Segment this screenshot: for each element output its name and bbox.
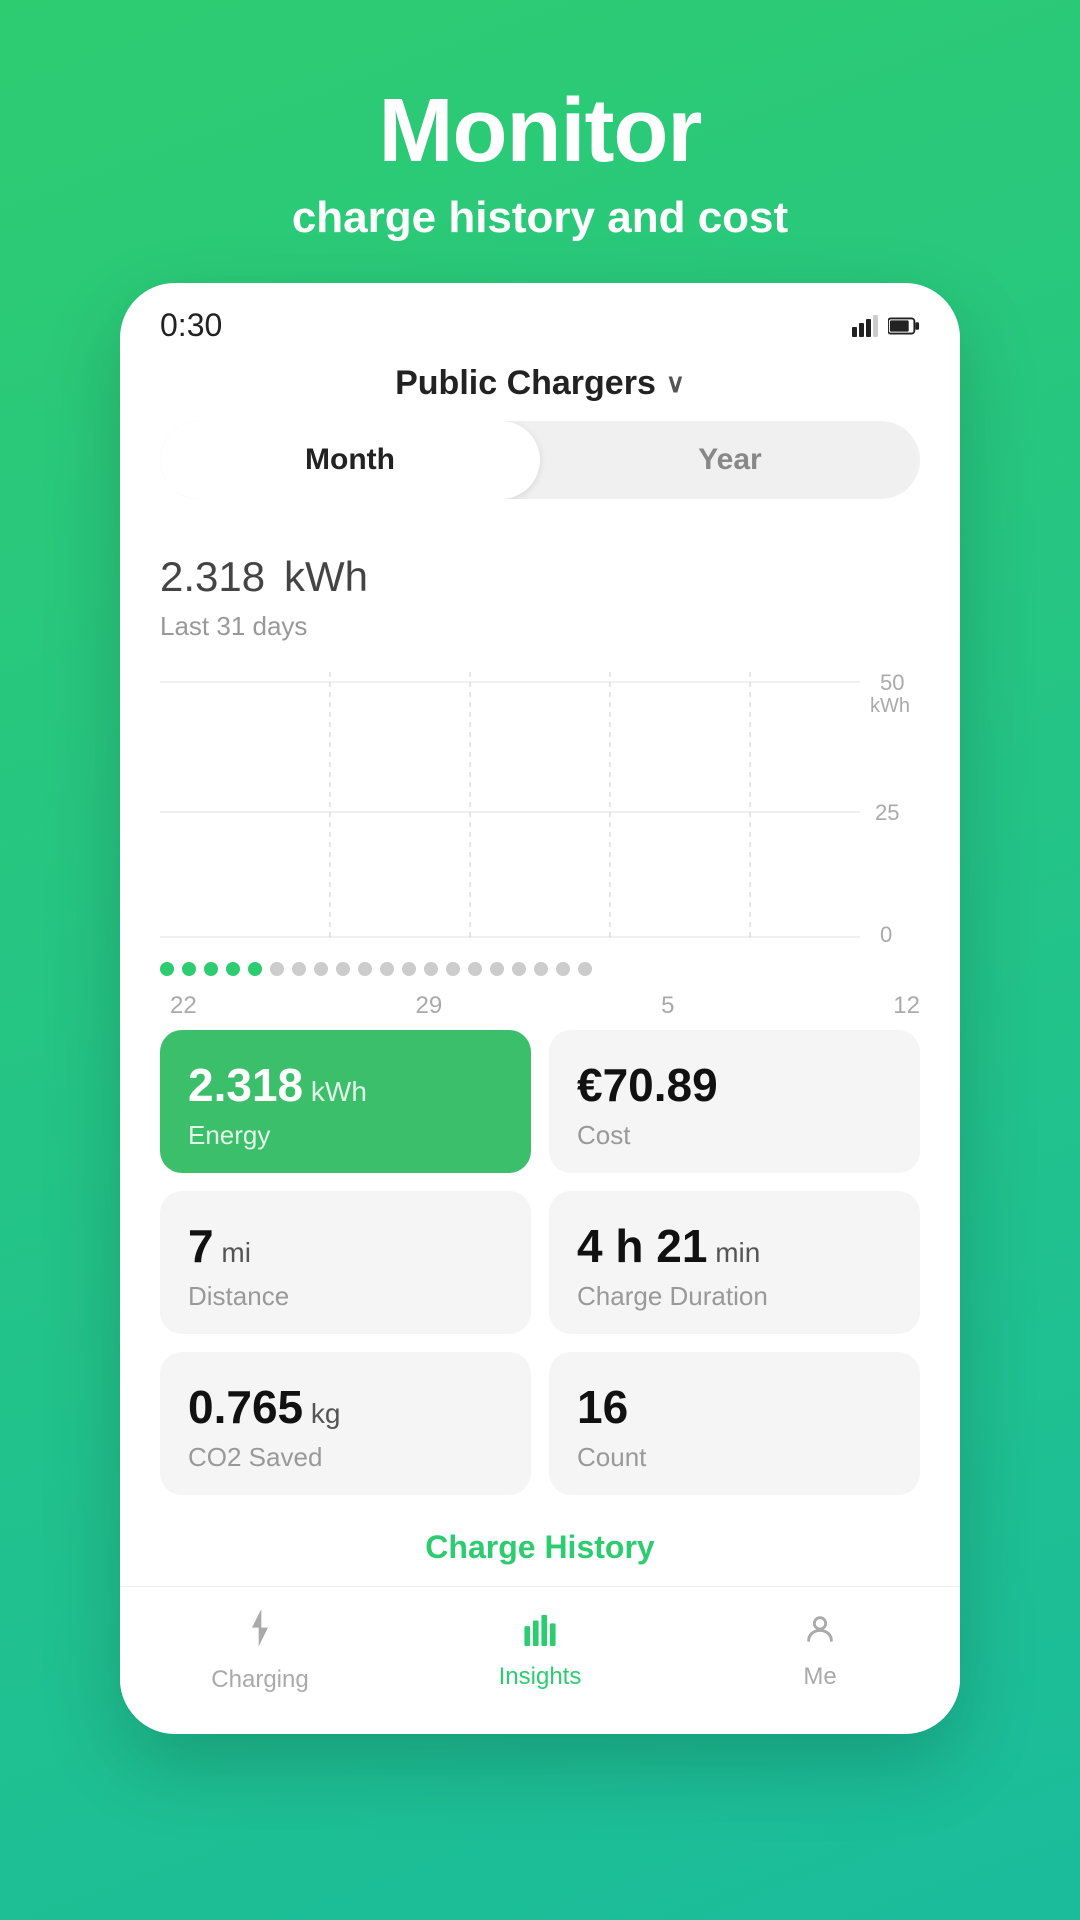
dot-2 [204,962,218,976]
svg-text:50: 50 [880,672,904,695]
status-time: 0:30 [160,307,222,344]
dot-10 [380,962,394,976]
stat-value-3: 4 h 21 min [577,1219,892,1273]
stat-value-2: 7 mi [188,1219,503,1273]
nav-label-charging: Charging [211,1666,308,1694]
x-label-5: 5 [661,992,674,1020]
dot-4 [248,962,262,976]
phone-card: 0:30 Public Chargers ∨ Month Year [120,283,960,1734]
stat-value-1: €70.89 [577,1058,892,1112]
stat-card-4: 0.765 kg CO2 Saved [160,1352,531,1495]
stat-label-0: Energy [188,1120,503,1151]
dot-9 [358,962,372,976]
dot-3 [226,962,240,976]
status-bar: 0:30 [120,283,960,354]
status-icons [852,315,920,337]
stat-value-4: 0.765 kg [188,1380,503,1434]
stat-card-0: 2.318 kWh Energy [160,1030,531,1173]
dot-19 [578,962,592,976]
tab-year[interactable]: Year [540,421,920,499]
chevron-down-icon: ∨ [666,368,685,399]
stats-grid: 2.318 kWh Energy €70.89 Cost 7 mi Distance 4 h… [160,1030,920,1495]
nav-item-me[interactable]: Me [680,1612,960,1691]
stat-value-0: 2.318 kWh [188,1058,503,1112]
dot-18 [556,962,570,976]
dot-7 [314,962,328,976]
energy-section: 2.318 kWh Last 31 days [120,529,960,652]
nav-item-insights[interactable]: Insights [400,1612,680,1691]
stat-label-2: Distance [188,1281,503,1312]
dot-8 [336,962,350,976]
dot-0 [160,962,174,976]
chart-x-labels: 22 29 5 12 [160,986,920,1020]
nav-item-charging[interactable]: Charging [120,1609,400,1694]
dot-6 [292,962,306,976]
stat-card-3: 4 h 21 min Charge Duration [549,1191,920,1334]
x-label-12: 12 [893,992,920,1020]
dot-17 [534,962,548,976]
header: Monitor charge history and cost [252,0,828,283]
battery-icon [888,315,920,337]
chart-area: 50 25 0 kWh [160,672,920,952]
nav-label-insights: Insights [499,1663,582,1691]
dot-15 [490,962,504,976]
stat-card-1: €70.89 Cost [549,1030,920,1173]
x-label-29: 29 [416,992,443,1020]
charger-label: Public Chargers [395,364,656,403]
dots-row [120,952,960,986]
stat-label-1: Cost [577,1120,892,1151]
nav-icon-charging [243,1609,277,1658]
dot-16 [512,962,526,976]
energy-period: Last 31 days [160,611,920,642]
chart-svg: 50 25 0 kWh [160,672,920,952]
dot-14 [468,962,482,976]
tab-month[interactable]: Month [160,421,540,499]
charger-selector[interactable]: Public Chargers ∨ [120,354,960,421]
header-title: Monitor [292,80,788,183]
signal-icon [852,315,878,337]
bottom-nav: Charging Insights Me [120,1586,960,1704]
stat-label-5: Count [577,1442,892,1473]
tab-toggle: Month Year [160,421,920,499]
stat-label-4: CO2 Saved [188,1442,503,1473]
stat-card-5: 16 Count [549,1352,920,1495]
x-label-22: 22 [170,992,197,1020]
header-subtitle: charge history and cost [292,193,788,243]
dot-13 [446,962,460,976]
nav-icon-insights [523,1612,557,1655]
dot-11 [402,962,416,976]
dot-12 [424,962,438,976]
dot-1 [182,962,196,976]
nav-icon-me [803,1612,837,1655]
energy-value: 2.318 kWh [160,529,920,607]
charge-history-btn[interactable]: Charge History [120,1495,960,1586]
svg-text:25: 25 [875,800,899,825]
svg-text:kWh: kWh [870,695,910,717]
nav-label-me: Me [803,1663,836,1691]
svg-text:0: 0 [880,922,892,947]
stat-card-2: 7 mi Distance [160,1191,531,1334]
stat-label-3: Charge Duration [577,1281,892,1312]
dot-5 [270,962,284,976]
stat-value-5: 16 [577,1380,892,1434]
